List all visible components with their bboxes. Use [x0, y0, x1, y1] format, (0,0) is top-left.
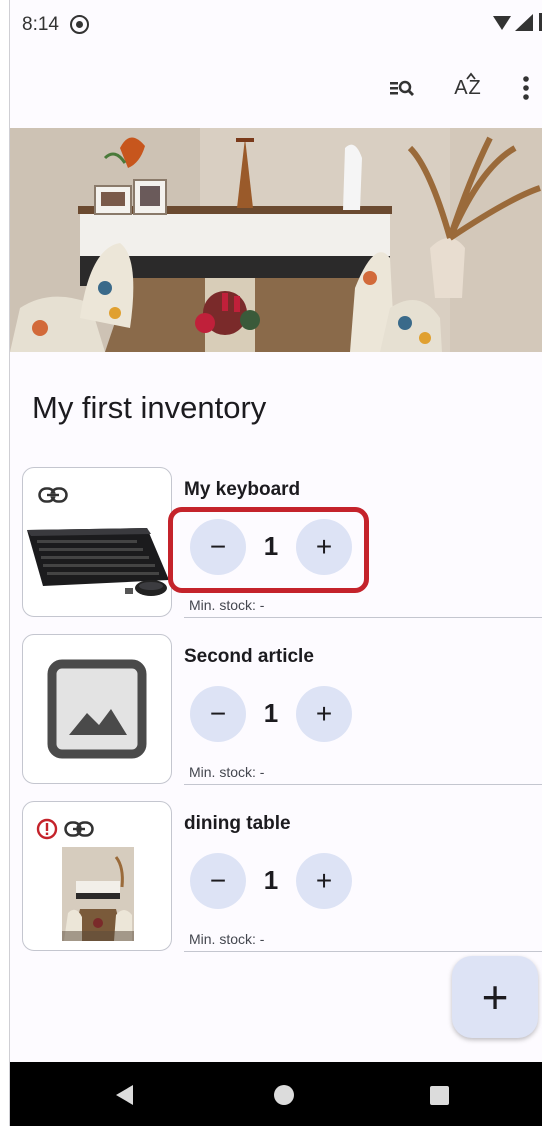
increment-button[interactable]: +	[296, 519, 352, 575]
min-stock-label: Min. stock: -	[189, 764, 265, 780]
quantity-value: 1	[263, 865, 279, 895]
more-vert-icon[interactable]	[504, 66, 542, 110]
list-item[interactable]: dining table − 1 + Min. stock: -	[10, 801, 542, 953]
decrement-button[interactable]: −	[190, 686, 246, 742]
nav-home-icon[interactable]	[274, 1085, 294, 1105]
top-app-bar: AZ	[10, 52, 542, 128]
item-thumbnail[interactable]	[22, 634, 172, 784]
item-name: My keyboard	[184, 479, 301, 500]
quantity-value: 1	[263, 698, 279, 728]
item-name: Second article	[184, 646, 314, 667]
divider	[184, 617, 542, 618]
list-item[interactable]: My keyboard − 1 + Min. stock: -	[10, 467, 542, 619]
divider	[184, 951, 542, 952]
status-bar: 8:14	[10, 0, 542, 52]
item-thumbnail[interactable]	[22, 467, 172, 617]
nav-recents-icon[interactable]	[430, 1086, 449, 1105]
quantity-stepper: − 1 +	[190, 853, 352, 909]
signal-icon	[515, 14, 533, 31]
wifi-icon	[493, 16, 511, 30]
item-name: dining table	[184, 813, 291, 834]
quantity-value: 1	[263, 531, 279, 561]
min-stock-label: Min. stock: -	[189, 931, 265, 947]
link-icon	[38, 487, 68, 503]
item-thumbnail[interactable]	[22, 801, 172, 951]
add-item-button[interactable]: +	[452, 956, 538, 1038]
nav-back-icon[interactable]	[116, 1085, 133, 1105]
status-time: 8:14	[22, 14, 59, 35]
quantity-stepper: − 1 +	[190, 686, 352, 742]
list-item[interactable]: Second article − 1 + Min. stock: -	[10, 634, 542, 786]
system-nav-bar	[10, 1062, 542, 1126]
decrement-button[interactable]: −	[190, 853, 246, 909]
data-saver-icon	[70, 15, 89, 34]
increment-button[interactable]: +	[296, 686, 352, 742]
divider	[184, 784, 542, 785]
sort-az-button[interactable]: AZ	[446, 66, 490, 110]
alert-icon	[36, 818, 58, 840]
min-stock-label: Min. stock: -	[189, 597, 265, 613]
inventory-cover-image	[10, 128, 542, 352]
quantity-stepper: − 1 +	[190, 519, 352, 575]
increment-button[interactable]: +	[296, 853, 352, 909]
image-placeholder-icon	[47, 659, 147, 759]
decrement-button[interactable]: −	[190, 519, 246, 575]
app-screen: 8:14 AZ My first inventory My keyboard −…	[9, 0, 542, 1126]
dining-table-photo	[62, 847, 134, 941]
link-icon	[64, 821, 94, 837]
filter-search-icon[interactable]	[380, 66, 424, 110]
keyboard-photo	[27, 528, 169, 596]
inventory-title: My first inventory	[32, 390, 267, 425]
